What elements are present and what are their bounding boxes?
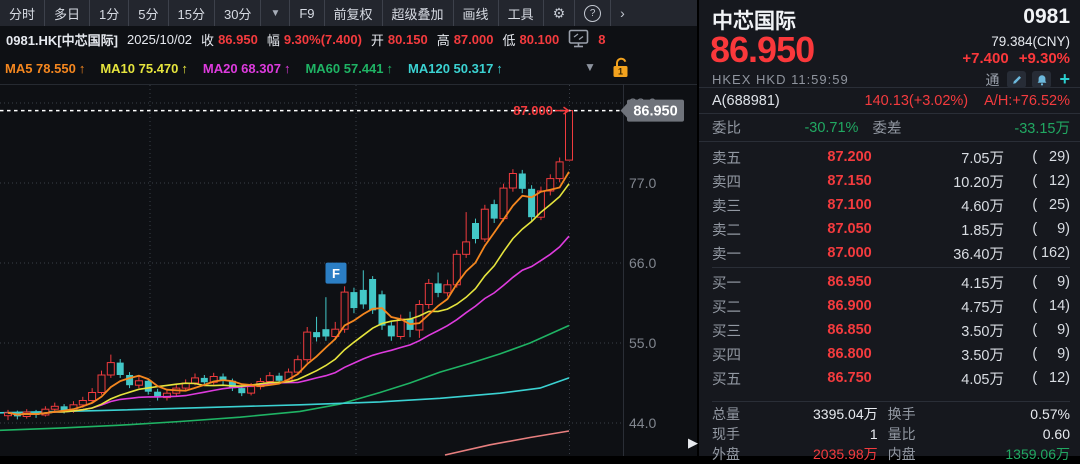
- collapse-triangle-icon[interactable]: ▼: [584, 60, 596, 74]
- alert-bell-icon[interactable]: [1032, 71, 1051, 88]
- add-watchlist-icon[interactable]: +: [1059, 69, 1070, 90]
- svg-text:1: 1: [618, 67, 623, 77]
- event-flag-label: F: [332, 266, 340, 281]
- stats-row-lot: 现手1量比0.60: [712, 424, 1070, 444]
- up-arrow-icon: ↑: [79, 61, 86, 76]
- help-icon[interactable]: ?: [575, 0, 611, 26]
- a-share-code: A(688981): [712, 93, 780, 109]
- buy-order-book: 买一86.9504.15万(9) 买二86.9004.75万(14) 买三86.…: [699, 268, 1080, 390]
- buy-row-4[interactable]: 买四86.8003.50万(9): [712, 342, 1070, 366]
- super-overlay-button[interactable]: 超级叠加: [383, 0, 454, 26]
- sell-order-book: 卖五87.2007.05万(29) 卖四87.15010.20万(12) 卖三8…: [699, 142, 1080, 267]
- tab-1min[interactable]: 1分: [90, 0, 129, 26]
- price-change: +7.400+9.30%: [952, 50, 1070, 67]
- quote-info-row: 0981.HK[中芯国际] 2025/10/02 收 86.950 幅 9.30%(…: [0, 26, 697, 53]
- stock-code: 0981: [1023, 5, 1070, 29]
- y-axis-label: 77.0: [629, 175, 656, 191]
- high-value: 87.000: [454, 32, 494, 47]
- low-label: 低: [502, 30, 515, 49]
- stats-row-volume: 总量3395.04万换手0.57%: [712, 404, 1070, 424]
- stats-block: 总量3395.04万换手0.57% 现手1量比0.60 外盘2035.98万内盘…: [699, 404, 1080, 464]
- ma-line-ma250: [445, 431, 569, 455]
- sell-row-4[interactable]: 卖四87.15010.20万(12): [712, 169, 1070, 193]
- panel-collapse-handle[interactable]: ▶: [688, 435, 698, 451]
- up-arrow-icon: ↑: [496, 61, 503, 76]
- sell-row-5[interactable]: 卖五87.2007.05万(29): [712, 145, 1070, 169]
- range-value: 9.30%(7.400): [284, 32, 362, 47]
- quote-panel: 中芯国际 0981 86.950 79.384(CNY) +7.400+9.30…: [699, 0, 1080, 456]
- y-axis-label: 44.0: [629, 415, 656, 431]
- a-share-row[interactable]: A(688981) 140.13(+3.02%) A/H:+76.52%: [699, 88, 1080, 114]
- ah-premium: A/H:+76.52%: [984, 93, 1070, 109]
- candles: [5, 110, 573, 420]
- ma5-legend: MA5 78.550↑: [5, 61, 85, 76]
- tab-multiday[interactable]: 多日: [45, 0, 90, 26]
- unlock-icon[interactable]: 1: [610, 55, 632, 82]
- stock-connect-badge: 通: [985, 70, 999, 90]
- low-value: 80.100: [519, 32, 559, 47]
- y-axis-label: 55.0: [629, 335, 656, 351]
- current-price-badge-text: 86.950: [633, 104, 677, 120]
- chevron-right-icon[interactable]: ›: [611, 0, 634, 26]
- ma10-legend: MA10 75.470↑: [100, 61, 188, 76]
- a-share-price: 140.13(+3.02%): [865, 93, 969, 109]
- ma-legend-row: MA5 78.550↑ MA10 75.470↑ MA20 68.307↑ MA…: [0, 53, 697, 84]
- last-price: 86.950: [710, 31, 814, 69]
- weibi-row: 委比 -30.71% 委差 -33.15万: [699, 114, 1080, 142]
- buy-row-1[interactable]: 买一86.9504.15万(9): [712, 270, 1070, 294]
- tab-15min[interactable]: 15分: [169, 0, 215, 26]
- close-value: 86.950: [218, 32, 258, 47]
- y-axis-label: 66.0: [629, 255, 656, 271]
- clipped-value: 8: [598, 32, 605, 47]
- buy-row-2[interactable]: 买二86.9004.75万(14): [712, 294, 1070, 318]
- ma120-legend: MA120 50.317↑: [408, 61, 503, 76]
- monitor-icon[interactable]: [568, 29, 589, 51]
- symbol-label: 0981.HK[中芯国际]: [6, 30, 118, 49]
- up-arrow-icon: ↑: [181, 61, 188, 76]
- ma60-legend: MA60 57.441↑: [305, 61, 393, 76]
- cny-price: 79.384(CNY): [952, 34, 1070, 49]
- chevron-down-icon: ▼: [270, 8, 280, 19]
- chart-area: 88.077.066.055.044.087.00086.950F 分时 多日 …: [0, 0, 697, 456]
- draw-line-button[interactable]: 画线: [454, 0, 499, 26]
- range-label: 幅: [267, 30, 280, 49]
- weicha-label: 委差: [858, 117, 928, 138]
- high-price-callout: 87.000: [513, 103, 553, 118]
- market-session-label: HKEX HKD 11:59:59: [712, 72, 849, 87]
- up-arrow-icon: ↑: [387, 61, 394, 76]
- buy-row-3[interactable]: 买三86.8503.50万(9): [712, 318, 1070, 342]
- weicha-value: -33.15万: [928, 117, 1070, 138]
- date-label: 2025/10/02: [127, 32, 192, 47]
- up-arrow-icon: ↑: [284, 61, 291, 76]
- sell-row-2[interactable]: 卖二87.0501.85万(9): [712, 217, 1070, 241]
- tab-timeshare[interactable]: 分时: [0, 0, 45, 26]
- open-label: 开: [371, 30, 384, 49]
- tab-30min[interactable]: 30分: [215, 0, 261, 26]
- tab-5min[interactable]: 5分: [129, 0, 168, 26]
- f9-button[interactable]: F9: [290, 0, 324, 26]
- buy-row-5[interactable]: 买五86.7504.05万(12): [712, 366, 1070, 390]
- settings-gear-icon[interactable]: ⚙: [544, 0, 576, 26]
- sell-row-1[interactable]: 卖一87.00036.40万(162): [712, 241, 1070, 265]
- panel-header: 中芯国际 0981 86.950 79.384(CNY) +7.400+9.30…: [699, 0, 1080, 88]
- close-label: 收: [201, 30, 214, 49]
- edit-pencil-icon[interactable]: [1007, 71, 1026, 88]
- stats-row-inout: 外盘2035.98万内盘1359.06万: [712, 444, 1070, 464]
- weibi-value: -30.71%: [770, 120, 858, 136]
- period-dropdown[interactable]: ▼: [261, 0, 290, 26]
- weibi-label: 委比: [712, 117, 770, 138]
- chart-toolbar: 分时 多日 1分 5分 15分 30分 ▼ F9 前复权 超级叠加 画线 工具 …: [0, 0, 697, 26]
- tools-button[interactable]: 工具: [499, 0, 544, 26]
- open-value: 80.150: [388, 32, 428, 47]
- high-label: 高: [437, 30, 450, 49]
- ma20-legend: MA20 68.307↑: [203, 61, 291, 76]
- sell-row-3[interactable]: 卖三87.1004.60万(25): [712, 193, 1070, 217]
- forward-adjust-button[interactable]: 前复权: [325, 0, 383, 26]
